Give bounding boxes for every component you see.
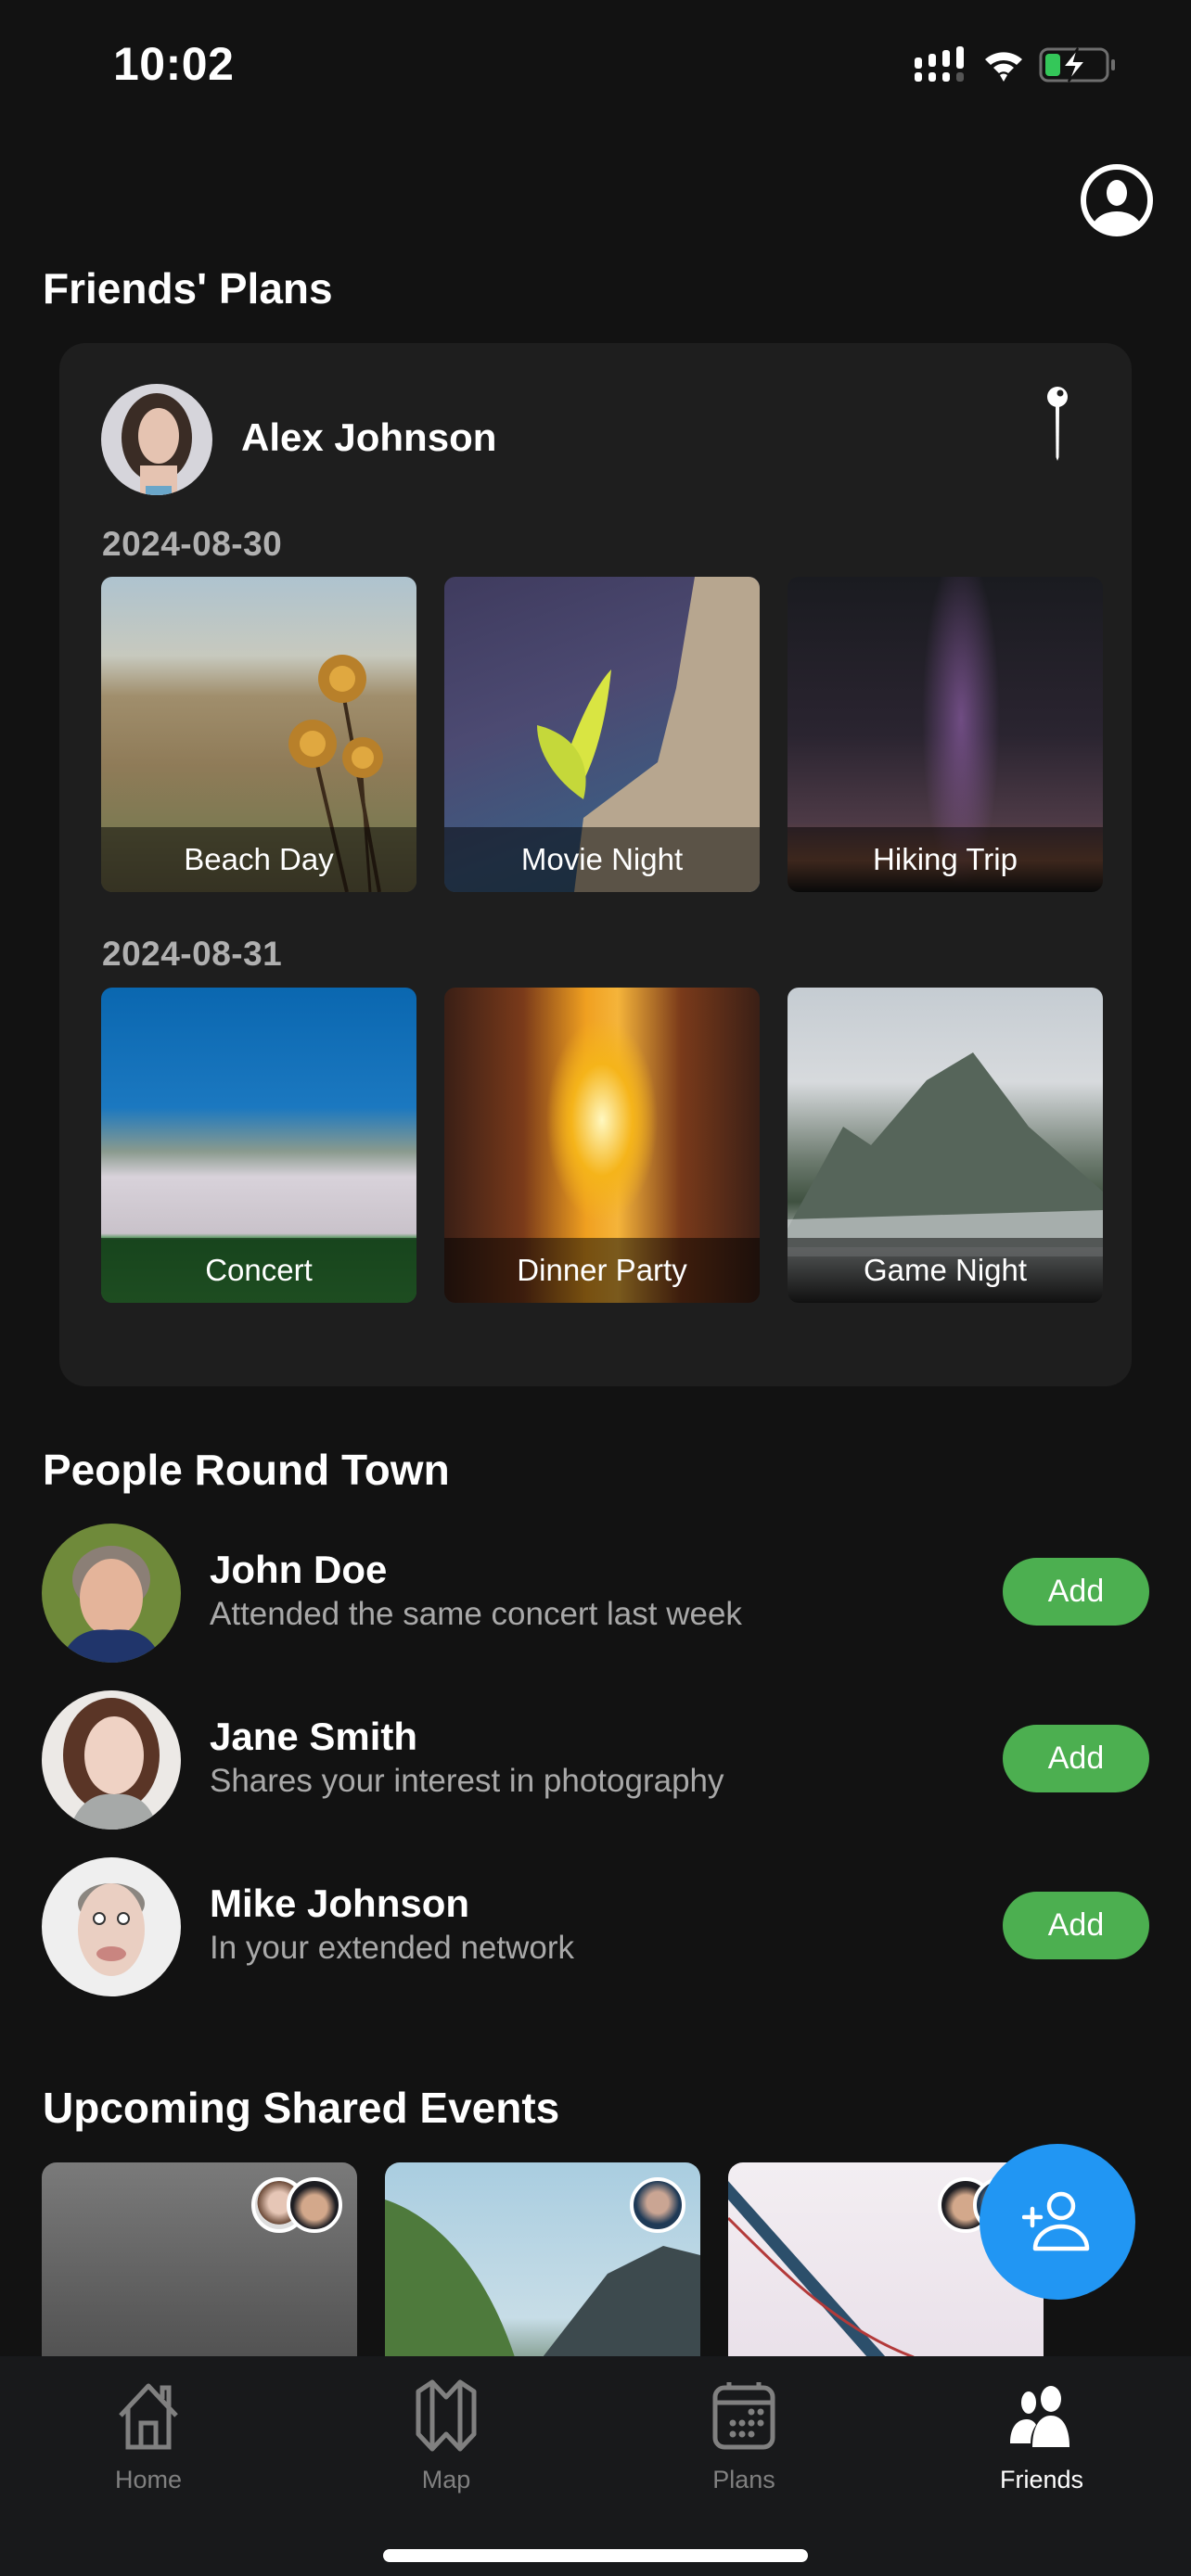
person-reason: In your extended network [210, 1930, 575, 1966]
event-card[interactable] [385, 2162, 700, 2357]
tab-map[interactable]: Map [353, 2378, 539, 2499]
plan-date: 2024-08-30 [102, 525, 283, 563]
plan-tile[interactable]: Movie Night [444, 577, 760, 892]
status-time: 10:02 [113, 38, 235, 90]
add-friend-icon [1022, 2191, 1090, 2251]
person-reason: Attended the same concert last week [210, 1596, 742, 1632]
event-card[interactable] [42, 2162, 357, 2357]
plan-tile[interactable]: Game Night [788, 988, 1103, 1303]
tab-plans[interactable]: Plans [651, 2378, 837, 2499]
wifi-icon [985, 52, 1022, 82]
plan-label: Game Night [788, 1238, 1103, 1303]
person-item: Jane Smith Shares your interest in photo… [42, 1690, 1149, 1830]
plan-label: Concert [101, 1238, 416, 1303]
friends-icon [1010, 2386, 1069, 2447]
shared-events-title: Upcoming Shared Events [43, 2084, 560, 2132]
add-friend-button[interactable]: Add [1003, 1892, 1149, 1959]
plan-tile[interactable]: Dinner Party [444, 988, 760, 1303]
tab-home[interactable]: Home [56, 2378, 241, 2499]
battery-charging-icon [1039, 47, 1115, 83]
tab-label: Plans [712, 2466, 775, 2493]
user-circle-icon [1081, 164, 1153, 236]
tab-label: Friends [999, 2466, 1084, 2493]
pin-icon [1047, 387, 1068, 461]
person-avatar[interactable] [42, 1524, 181, 1663]
calendar-icon [712, 2382, 775, 2450]
friend-name: Alex Johnson [241, 415, 497, 459]
person-reason: Shares your interest in photography [210, 1763, 724, 1799]
pin-button[interactable] [1041, 385, 1074, 463]
plan-row: Concert Dinner Party Game Night [101, 988, 1132, 1303]
tab-label: Home [114, 2466, 183, 2493]
add-friend-button[interactable]: Add [1003, 1725, 1149, 1792]
attendee-avatars [251, 2177, 342, 2233]
plan-tile[interactable]: Concert [101, 988, 416, 1303]
people-section-title: People Round Town [43, 1446, 450, 1494]
plan-label: Movie Night [444, 827, 760, 892]
tab-bar: Home Map Plans Friends [0, 2356, 1191, 2576]
status-bar: 10:02 [0, 0, 1191, 130]
attendee-avatar [630, 2177, 685, 2233]
home-icon [119, 2383, 178, 2450]
map-icon [416, 2379, 477, 2452]
status-icons [913, 46, 1117, 83]
person-name: Mike Johnson [210, 1881, 470, 1925]
profile-button[interactable] [1080, 163, 1154, 237]
friend-avatar[interactable] [101, 384, 212, 495]
plan-tile[interactable]: Hiking Trip [788, 577, 1103, 892]
plan-tile[interactable]: Beach Day [101, 577, 416, 892]
plan-row: Beach Day Movie Night Hiking Trip [101, 577, 1132, 892]
attendee-avatars [630, 2177, 685, 2233]
person-name: Jane Smith [210, 1715, 418, 1758]
person-name: John Doe [210, 1548, 388, 1591]
add-friend-fab[interactable] [980, 2144, 1135, 2300]
person-item: John Doe Attended the same concert last … [42, 1524, 1149, 1663]
person-avatar[interactable] [42, 1857, 181, 1996]
tab-friends[interactable]: Friends [949, 2378, 1134, 2499]
friends-plans-title: Friends' Plans [43, 264, 333, 312]
plan-date: 2024-08-31 [102, 935, 283, 973]
tab-label: Map [421, 2466, 471, 2493]
cellular-signal-icon [915, 46, 964, 82]
plan-label: Beach Day [101, 827, 416, 892]
add-friend-button[interactable]: Add [1003, 1558, 1149, 1626]
plan-label: Dinner Party [444, 1238, 760, 1303]
attendee-avatar [287, 2177, 342, 2233]
person-item: Mike Johnson In your extended network Ad… [42, 1857, 1149, 1996]
friend-plans-card: Alex Johnson 2024-08-30 Beach Day Movie … [59, 343, 1132, 1386]
home-indicator[interactable] [383, 2549, 808, 2562]
person-avatar[interactable] [42, 1690, 181, 1830]
plan-label: Hiking Trip [788, 827, 1103, 892]
